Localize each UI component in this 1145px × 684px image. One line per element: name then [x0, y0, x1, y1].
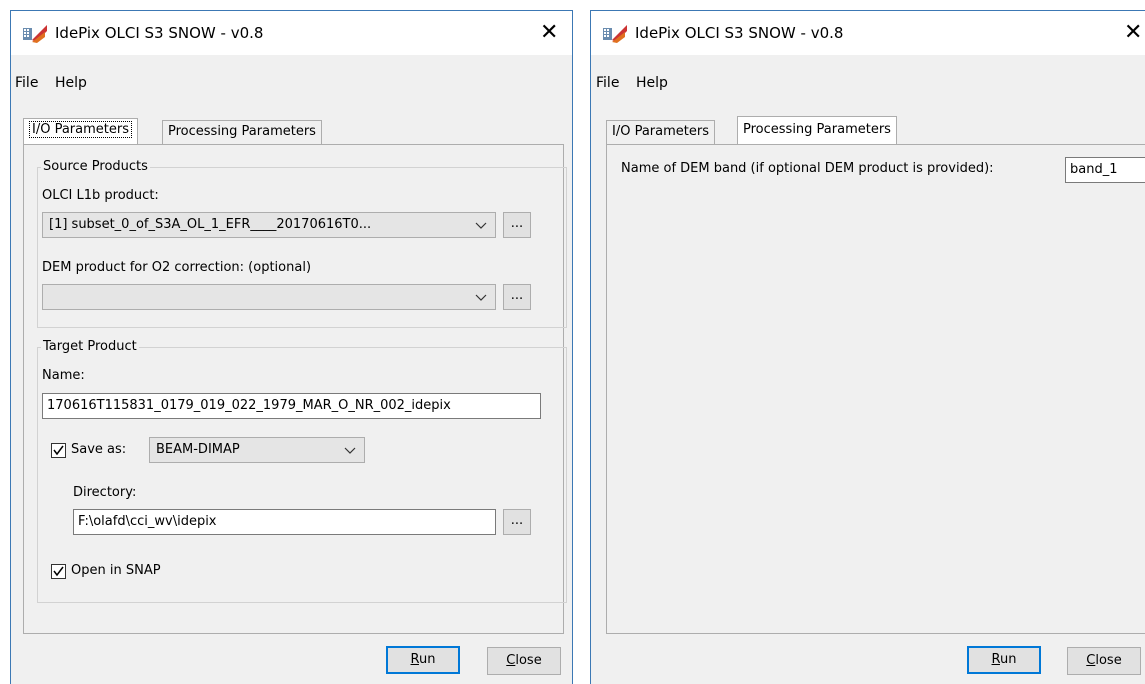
window-title: IdePix OLCI S3 SNOW - v0.8: [635, 24, 844, 42]
window-divider: [578, 0, 584, 684]
close-window-icon[interactable]: ✕: [540, 19, 558, 47]
close-button[interactable]: Close: [1067, 647, 1141, 675]
title-bar: IdePix OLCI S3 SNOW - v0.8 ✕: [591, 11, 1145, 55]
run-button[interactable]: Run: [386, 646, 460, 674]
source-products-legend: Source Products: [41, 159, 150, 174]
save-as-label: Save as:: [71, 442, 127, 457]
chevron-down-icon: [344, 447, 356, 454]
dem-band-input[interactable]: band_1: [1065, 157, 1145, 183]
title-bar: IdePix OLCI S3 SNOW - v0.8 ✕: [11, 11, 572, 55]
snap-app-icon: [603, 25, 627, 43]
idepix-window-right: IdePix OLCI S3 SNOW - v0.8 ✕ File Help I…: [590, 10, 1145, 684]
olci-product-select[interactable]: [1] subset_0_of_S3A_OL_1_EFR____20170616…: [42, 212, 496, 238]
target-product-legend: Target Product: [41, 339, 139, 354]
save-format-select[interactable]: BEAM-DIMAP: [149, 437, 365, 463]
target-name-input[interactable]: 170616T115831_0179_019_022_1979_MAR_O_NR…: [42, 393, 541, 419]
source-products-group: Source Products OLCI L1b product: [1] su…: [37, 159, 567, 328]
directory-browse-button[interactable]: ...: [503, 509, 531, 535]
tab-io-parameters[interactable]: I/O Parameters: [23, 118, 138, 145]
target-name-label: Name:: [42, 368, 85, 383]
tab-io-label: I/O Parameters: [612, 124, 709, 139]
tab-processing-parameters[interactable]: Processing Parameters: [737, 116, 897, 145]
directory-input[interactable]: F:\olafd\cci_wv\idepix: [73, 509, 496, 535]
close-window-icon[interactable]: ✕: [1124, 19, 1142, 47]
checkmark-icon: [53, 445, 64, 456]
window-title: IdePix OLCI S3 SNOW - v0.8: [55, 24, 264, 42]
checkmark-icon: [53, 566, 64, 577]
tab-processing-label: Processing Parameters: [168, 124, 316, 139]
menu-help[interactable]: Help: [55, 75, 87, 91]
run-button[interactable]: Run: [967, 646, 1041, 674]
olci-product-value: [1] subset_0_of_S3A_OL_1_EFR____20170616…: [49, 217, 372, 232]
dem-band-label: Name of DEM band (if optional DEM produc…: [621, 161, 994, 176]
menu-bar: File Help: [591, 55, 1145, 103]
directory-label: Directory:: [73, 485, 137, 500]
io-parameters-panel: Source Products OLCI L1b product: [1] su…: [23, 144, 567, 634]
tab-processing-parameters[interactable]: Processing Parameters: [162, 120, 322, 144]
olci-product-label: OLCI L1b product:: [42, 188, 159, 203]
olci-browse-button[interactable]: ...: [503, 212, 531, 238]
tab-io-label: I/O Parameters: [29, 121, 132, 138]
idepix-window-left: IdePix OLCI S3 SNOW - v0.8 ✕ File Help I…: [10, 10, 573, 684]
dem-product-select[interactable]: [42, 284, 496, 310]
chevron-down-icon: [475, 294, 487, 301]
tab-io-parameters[interactable]: I/O Parameters: [606, 120, 715, 144]
save-as-checkbox[interactable]: [51, 443, 66, 458]
snap-app-icon: [23, 25, 47, 43]
save-format-value: BEAM-DIMAP: [156, 442, 240, 457]
processing-parameters-panel: Name of DEM band (if optional DEM produc…: [606, 144, 1145, 634]
dem-browse-button[interactable]: ...: [503, 284, 531, 310]
chevron-down-icon: [475, 222, 487, 229]
menu-bar: File Help: [11, 55, 572, 103]
menu-file[interactable]: File: [596, 75, 619, 91]
open-in-snap-checkbox[interactable]: [51, 564, 66, 579]
tab-processing-label: Processing Parameters: [743, 122, 891, 137]
menu-file[interactable]: File: [15, 75, 38, 91]
close-button[interactable]: Close: [487, 647, 561, 675]
menu-help[interactable]: Help: [636, 75, 668, 91]
dem-product-label: DEM product for O2 correction: (optional…: [42, 260, 312, 275]
open-in-snap-label: Open in SNAP: [71, 563, 161, 578]
target-product-group: Target Product Name: 170616T115831_0179_…: [37, 339, 567, 603]
